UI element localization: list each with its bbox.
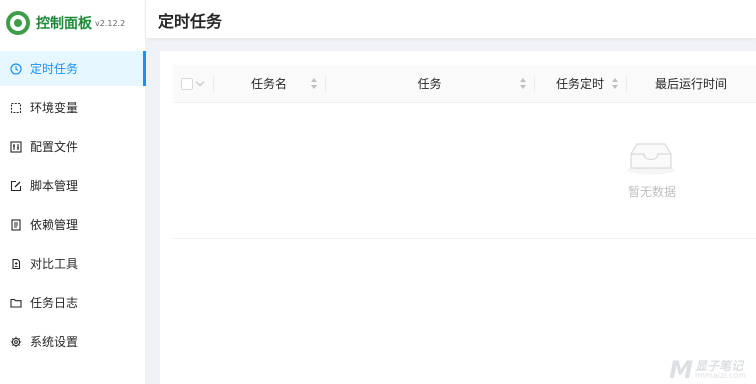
page-header: 定时任务 bbox=[146, 0, 756, 38]
sidebar-item-label: 环境变量 bbox=[30, 101, 79, 115]
table-header: 任务名 任务 任务定时 最后运行时间 bbox=[173, 65, 756, 103]
logo-icon bbox=[6, 11, 30, 35]
sidebar-item-label: 定时任务 bbox=[30, 62, 79, 76]
logo[interactable]: 控制面板 v2.12.2 bbox=[6, 10, 125, 36]
column-header-name[interactable]: 任务名 bbox=[213, 65, 325, 103]
sidebar-item-settings[interactable]: 系统设置 bbox=[0, 324, 146, 359]
select-all-column bbox=[173, 65, 213, 103]
gear-icon bbox=[10, 336, 22, 348]
dashed-box-icon bbox=[10, 102, 22, 114]
sidebar-item-label: 脚本管理 bbox=[30, 179, 79, 193]
page-title: 定时任务 bbox=[158, 12, 223, 31]
folder-icon bbox=[10, 297, 22, 309]
compare-icon bbox=[10, 258, 22, 270]
app-version: v2.12.2 bbox=[95, 18, 126, 28]
sidebar-item-label: 系统设置 bbox=[30, 335, 79, 349]
sort-icon bbox=[612, 77, 618, 90]
cron-table: 任务名 任务 任务定时 最后运行时间 暂无数据 bbox=[173, 65, 756, 239]
app: 控制面板 v2.12.2 定时任务 环境变量 配置文件 脚本管理 依赖管理 对比… bbox=[0, 0, 756, 384]
clock-icon bbox=[10, 62, 22, 75]
column-header-last-run[interactable]: 最后运行时间 bbox=[626, 65, 756, 103]
sort-icon bbox=[520, 77, 526, 90]
column-header-command[interactable]: 任务 bbox=[325, 65, 534, 103]
sidebar-item-deps[interactable]: 依赖管理 bbox=[0, 207, 146, 242]
sidebar-item-scripts[interactable]: 脚本管理 bbox=[0, 168, 146, 203]
content-card: 任务名 任务 任务定时 最后运行时间 暂无数据 bbox=[160, 51, 756, 384]
sidebar-item-label: 对比工具 bbox=[30, 257, 79, 271]
watermark-en: lmmaizi.com bbox=[695, 371, 746, 380]
empty-box-icon bbox=[627, 143, 675, 175]
package-icon bbox=[10, 218, 22, 231]
sliders-icon bbox=[10, 140, 22, 153]
app-title: 控制面板 bbox=[36, 16, 92, 32]
watermark-text: 显子笔记 lmmaizi.com bbox=[695, 360, 746, 380]
sidebar-item-env[interactable]: 环境变量 bbox=[0, 90, 146, 125]
sidebar-item-label: 任务日志 bbox=[30, 296, 79, 310]
watermark-logo: M 显子笔记 lmmaizi.com bbox=[669, 358, 746, 382]
select-all-checkbox[interactable] bbox=[181, 77, 193, 90]
watermark-mark: M bbox=[669, 356, 694, 384]
empty-text: 暂无数据 bbox=[628, 185, 677, 199]
edit-icon bbox=[10, 180, 22, 192]
sidebar-item-label: 依赖管理 bbox=[30, 218, 79, 232]
table-empty-state: 暂无数据 bbox=[173, 103, 756, 239]
sidebar-item-cron[interactable]: 定时任务 bbox=[0, 51, 146, 86]
sidebar-menu: 定时任务 环境变量 配置文件 脚本管理 依赖管理 对比工具 任务日志 系统设置 bbox=[0, 51, 146, 363]
column-header-schedule[interactable]: 任务定时 bbox=[534, 65, 626, 103]
sidebar: 控制面板 v2.12.2 定时任务 环境变量 配置文件 脚本管理 依赖管理 对比… bbox=[0, 0, 146, 384]
sidebar-item-config[interactable]: 配置文件 bbox=[0, 129, 146, 164]
sidebar-item-logs[interactable]: 任务日志 bbox=[0, 285, 146, 320]
sidebar-item-label: 配置文件 bbox=[30, 140, 79, 154]
sort-icon bbox=[311, 77, 317, 90]
chevron-down-icon[interactable] bbox=[195, 77, 205, 87]
sidebar-item-diff[interactable]: 对比工具 bbox=[0, 246, 146, 281]
